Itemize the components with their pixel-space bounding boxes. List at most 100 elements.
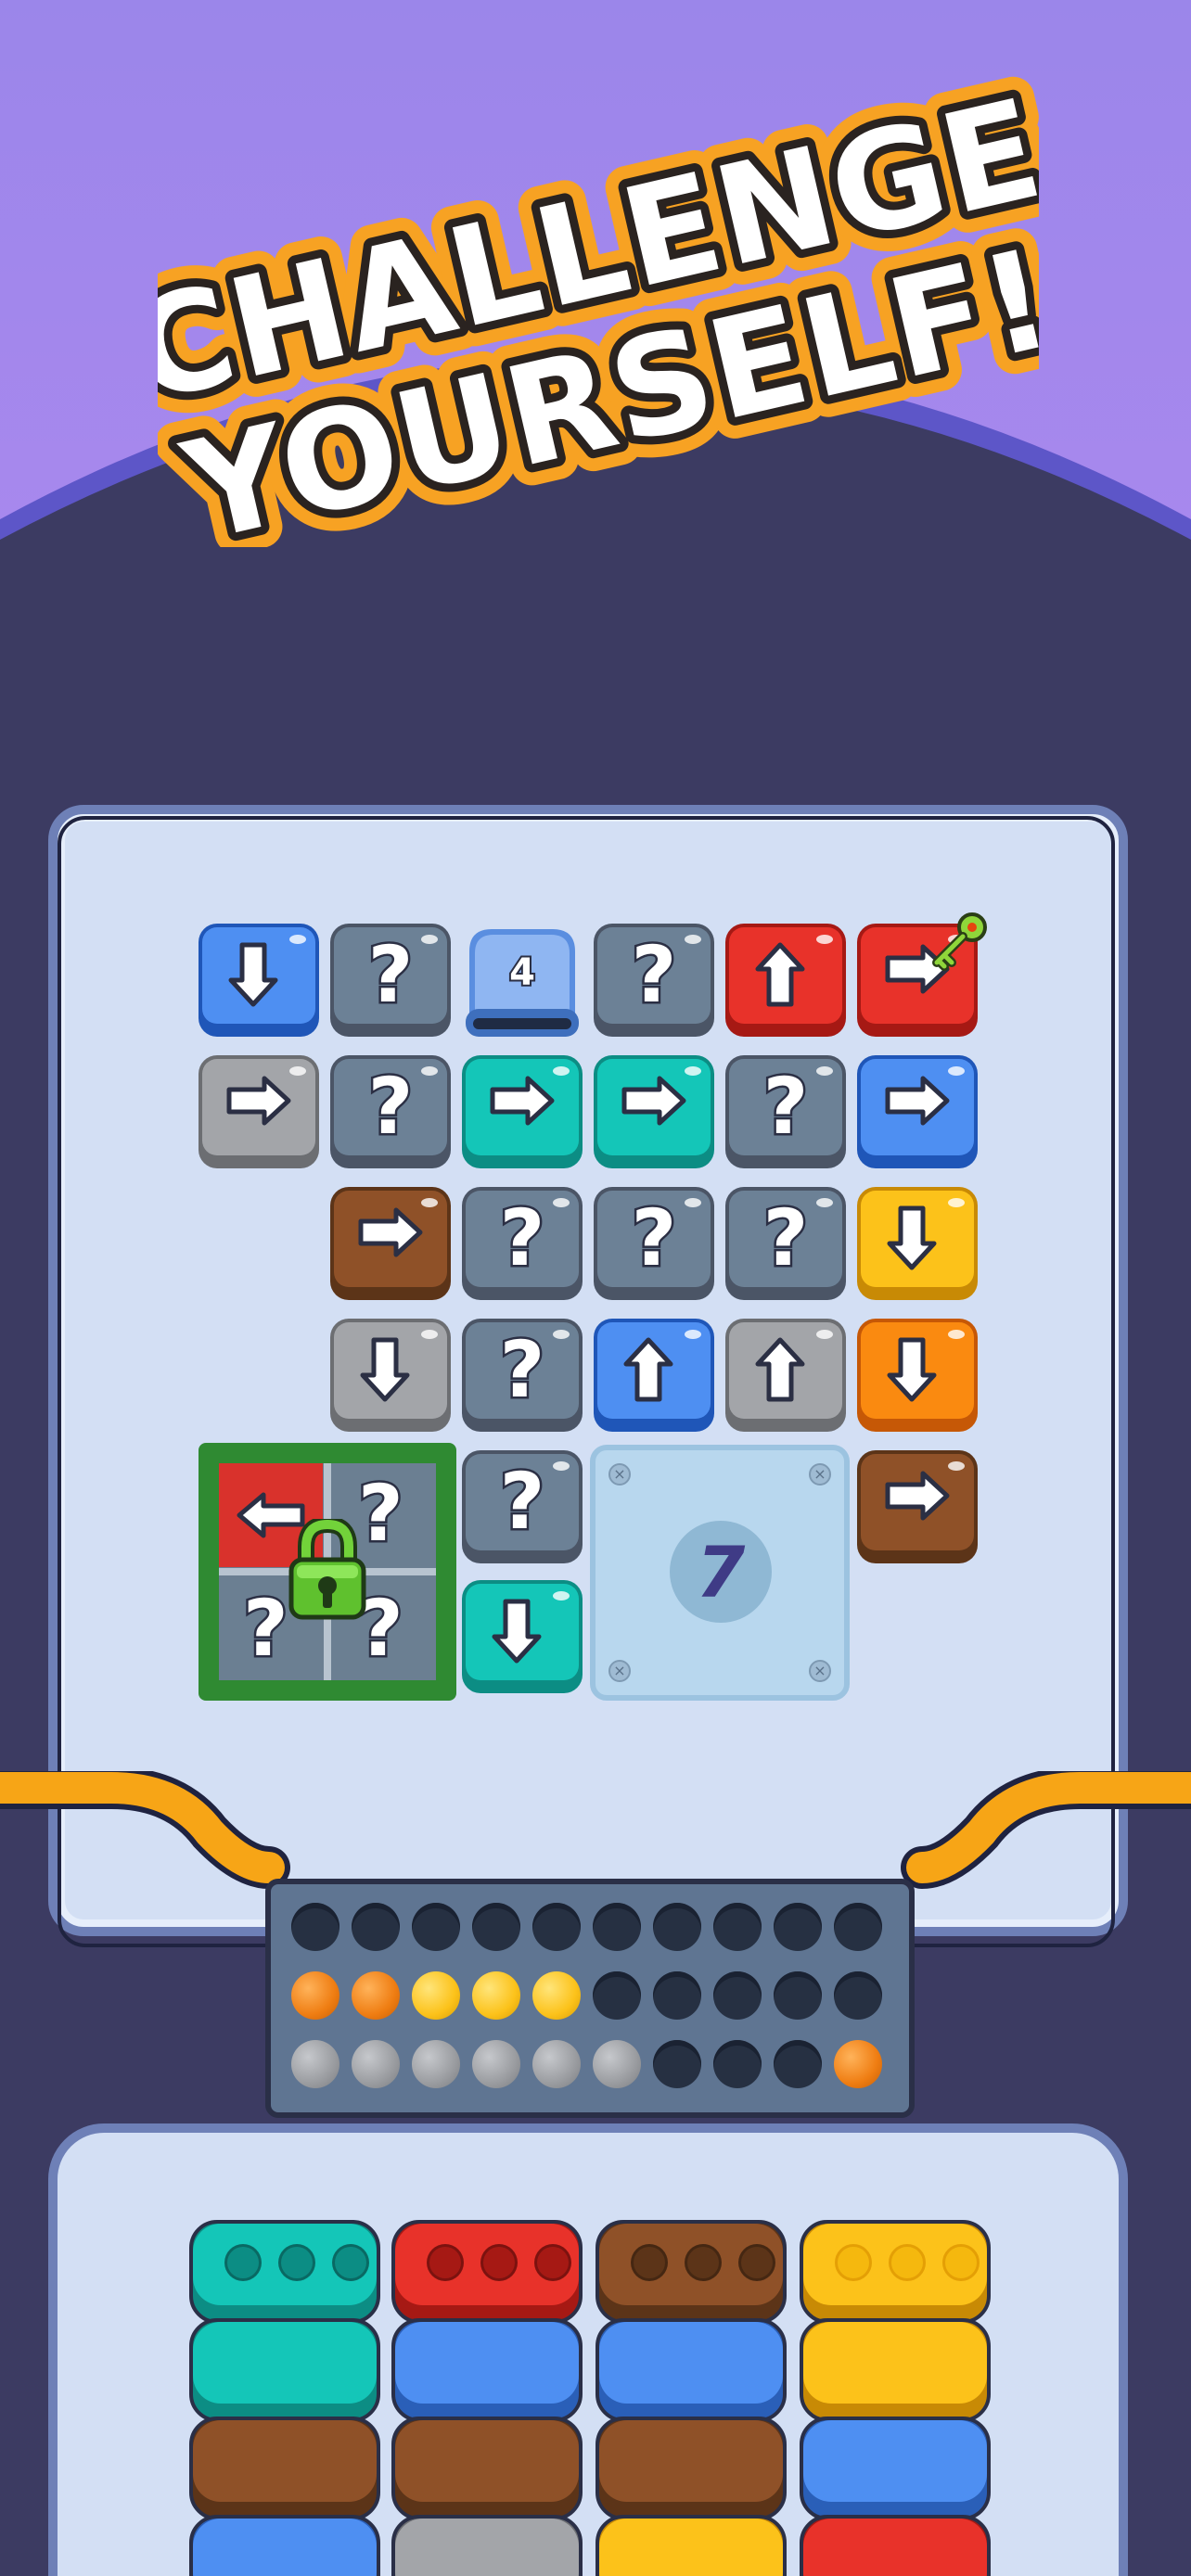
stack-hole — [480, 2244, 518, 2281]
question-mark: ? — [497, 1324, 547, 1415]
empty-slot — [713, 1903, 762, 1951]
empty-slot — [834, 1903, 882, 1951]
stack-hole — [278, 2244, 315, 2281]
empty-slot — [774, 2040, 822, 2088]
tile-shine — [553, 1461, 570, 1471]
tile-blue-arrow-up[interactable] — [594, 1319, 714, 1432]
hidden-tile[interactable]: ? — [725, 1187, 846, 1300]
arrow-up-icon — [623, 1337, 673, 1402]
ball-yellow — [532, 1971, 581, 2020]
arrow-right-icon — [358, 1207, 423, 1257]
screw-icon: × — [809, 1660, 831, 1682]
tile-shine — [816, 935, 833, 944]
ball-gray — [472, 2040, 520, 2088]
stack-top-brown[interactable] — [596, 2220, 787, 2324]
tile-shine — [289, 935, 306, 944]
stack-piece-brown — [189, 2417, 380, 2520]
stack-hole — [942, 2244, 980, 2281]
stack-piece-face — [599, 2420, 783, 2502]
stack-piece-red — [800, 2515, 991, 2576]
stack-hole — [427, 2244, 464, 2281]
stack-piece-face — [395, 2322, 579, 2404]
slot-tile[interactable]: 4 — [462, 924, 583, 1042]
ball-yellow — [472, 1971, 520, 2020]
stack-piece-yellow — [800, 2318, 991, 2422]
arrow-down-icon — [360, 1337, 410, 1402]
stack-hole — [224, 2244, 262, 2281]
stack-piece-brown — [391, 2417, 583, 2520]
tile-light-gray-arrow-up[interactable] — [725, 1319, 846, 1432]
tile-shine — [421, 1066, 438, 1076]
empty-slot — [713, 1971, 762, 2020]
tile-light-gray-arrow-down[interactable] — [330, 1319, 451, 1432]
arrow-down-icon — [228, 942, 278, 1007]
tile-teal-arrow-right[interactable] — [462, 1055, 583, 1168]
stack-piece-face — [395, 2420, 579, 2502]
arrow-right-icon — [885, 1076, 950, 1126]
hidden-tile[interactable]: ? — [594, 1187, 714, 1300]
stack-piece-brown — [596, 2417, 787, 2520]
stack-top-red[interactable] — [391, 2220, 583, 2324]
stack-top-yellow[interactable] — [800, 2220, 991, 2324]
stack-piece-blue — [800, 2417, 991, 2520]
empty-slot — [713, 2040, 762, 2088]
tile-yellow-arrow-down[interactable] — [857, 1187, 978, 1300]
ball-orange — [291, 1971, 339, 2020]
question-mark: ? — [761, 1061, 811, 1152]
tile-shine — [948, 1330, 965, 1339]
empty-slot — [653, 1971, 701, 2020]
stack-piece-blue — [596, 2318, 787, 2422]
question-mark: ? — [497, 1192, 547, 1283]
stack-piece-face — [193, 2519, 377, 2576]
empty-slot — [653, 2040, 701, 2088]
stack-piece-teal — [189, 2318, 380, 2422]
stack-piece-face — [599, 2322, 783, 2404]
stack-top-teal[interactable] — [189, 2220, 380, 2324]
empty-slot — [472, 1903, 520, 1951]
tile-blue-arrow-down[interactable] — [198, 924, 319, 1037]
hidden-tile[interactable]: ? — [462, 1450, 583, 1563]
tile-red-arrow-up[interactable] — [725, 924, 846, 1037]
stack-hole — [534, 2244, 571, 2281]
tile-shine — [948, 1198, 965, 1207]
tile-shine — [553, 1330, 570, 1339]
empty-slot — [834, 1971, 882, 2020]
stack-piece-face — [803, 2519, 987, 2576]
hidden-tile[interactable]: ? — [594, 924, 714, 1037]
tile-orange-arrow-down[interactable] — [857, 1319, 978, 1432]
question-mark: ? — [497, 1456, 547, 1547]
empty-slot — [774, 1971, 822, 2020]
tile-shine — [685, 1330, 701, 1339]
locked-block[interactable]: ? ? ? — [198, 1443, 456, 1701]
empty-slot — [593, 1903, 641, 1951]
tile-shine — [553, 1591, 570, 1600]
tile-blue-arrow-right[interactable] — [857, 1055, 978, 1168]
arrow-down-icon — [887, 1205, 937, 1270]
tile-red-arrow-right[interactable] — [857, 912, 987, 1037]
stack-piece-gray — [391, 2515, 583, 2576]
stack-piece-face — [803, 2420, 987, 2502]
stack-hole — [889, 2244, 926, 2281]
padlock-icon — [288, 1519, 366, 1620]
stack-piece-face — [803, 2322, 987, 2404]
tile-shine — [685, 1066, 701, 1076]
hidden-tile[interactable]: ? — [330, 1055, 451, 1168]
stack-piece-yellow — [596, 2515, 787, 2576]
hidden-tile[interactable]: ? — [462, 1319, 583, 1432]
hidden-tile[interactable]: ? — [330, 924, 451, 1037]
stack-hole — [835, 2244, 872, 2281]
hidden-tile[interactable]: ? — [725, 1055, 846, 1168]
stack-piece-face — [193, 2420, 377, 2502]
tile-brown-arrow-right[interactable] — [330, 1187, 451, 1300]
tile-teal-arrow-right[interactable] — [594, 1055, 714, 1168]
tile-shine — [421, 1198, 438, 1207]
arrow-right-icon — [226, 1076, 291, 1126]
ball-gray — [593, 2040, 641, 2088]
tile-shine — [685, 935, 701, 944]
stack-hole — [631, 2244, 668, 2281]
tile-brown-arrow-right[interactable] — [857, 1450, 978, 1563]
tile-teal-arrow-down[interactable] — [462, 1580, 583, 1693]
tile-light-gray-arrow-right[interactable] — [198, 1055, 319, 1168]
locked-question-mark: ? — [241, 1583, 291, 1674]
hidden-tile[interactable]: ? — [462, 1187, 583, 1300]
